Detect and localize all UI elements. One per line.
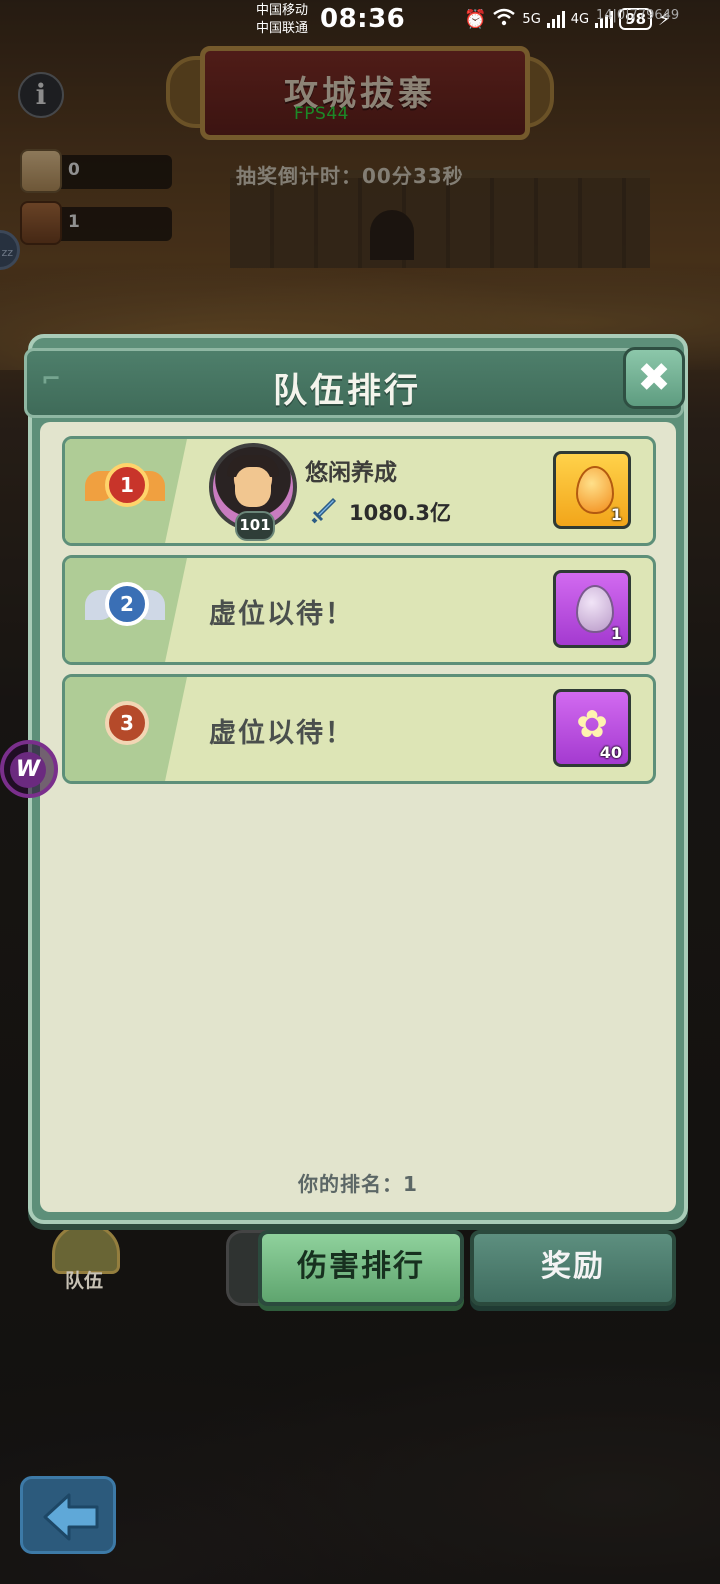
status-time: 08:36: [320, 4, 406, 34]
rank-3-medal-icon: 3: [95, 697, 155, 757]
network-type-2: 4G: [570, 11, 590, 27]
reward-item-flower[interactable]: ✿ 40: [553, 689, 631, 767]
carrier-2: 中国联通: [256, 21, 309, 36]
my-rank-text: 你的排名：1: [298, 1172, 418, 1196]
close-icon: ✖: [637, 355, 671, 401]
alarm-icon: ⏰: [464, 8, 487, 30]
avatar-face: [235, 467, 271, 507]
net-speed-overlay: 14|0|779649: [596, 8, 680, 23]
reward-item-golden-egg[interactable]: 1: [553, 451, 631, 529]
reward-count: 40: [599, 743, 622, 762]
player-level-badge: 101: [235, 511, 275, 541]
dialog-body: 1 101 悠闲养成 1080.3亿 1 2 虚位以待！ 1 3 虚位以待！ ✿…: [40, 422, 676, 1212]
rank-number: 2: [105, 582, 149, 626]
rank-1-medal-icon: 1: [85, 459, 165, 519]
dialog-header: ⌐ 队伍排行 ✖: [24, 347, 685, 418]
team-ranking-dialog: ⌐ 队伍排行 ✖ 1 101 悠闲养成 1080.3亿 1 2 虚位以待！ 1 …: [24, 334, 688, 1224]
purple-egg-icon: [576, 585, 614, 633]
reward-count: 1: [610, 624, 622, 643]
signal-bars-1-icon: [546, 10, 565, 28]
vacant-slot-text: 虚位以待！: [209, 718, 354, 749]
reward-count: 1: [610, 505, 622, 524]
rank-row-2[interactable]: 2 虚位以待！ 1: [62, 555, 656, 665]
team-label: 队伍: [64, 1270, 103, 1292]
close-button[interactable]: ✖: [623, 347, 685, 409]
rank-2-medal-icon: 2: [85, 578, 165, 638]
sword-icon: [311, 497, 337, 524]
rank-list: 1 101 悠闲养成 1080.3亿 1 2 虚位以待！ 1 3 虚位以待！ ✿…: [62, 436, 656, 793]
assistant-logo-icon: W: [10, 752, 46, 788]
reward-item-purple-egg[interactable]: 1: [553, 570, 631, 648]
carrier-names: 中国移动 中国联通: [256, 2, 308, 38]
network-type-1: 5G: [522, 11, 541, 27]
back-arrow-icon: [43, 1493, 99, 1541]
golden-egg-icon: [576, 466, 614, 514]
team-button[interactable]: 队伍: [48, 1224, 120, 1294]
tab-rewards[interactable]: 奖励: [470, 1230, 676, 1306]
rank-number: 1: [105, 463, 149, 507]
back-button[interactable]: [20, 1476, 116, 1554]
carrier-1: 中国移动: [256, 3, 309, 18]
tab-damage-rank[interactable]: 伤害排行: [258, 1230, 464, 1306]
status-bar: 中国移动 中国联通 08:36 ⏰ 5G 4G 98 ⚡ 14|0|779649: [0, 0, 720, 40]
player-name: 悠闲养成: [305, 460, 397, 486]
combat-power: 1080.3亿: [349, 501, 452, 525]
rank-row-3[interactable]: 3 虚位以待！ ✿ 40: [62, 674, 656, 784]
rank-row-1[interactable]: 1 101 悠闲养成 1080.3亿 1: [62, 436, 656, 546]
wifi-icon: [492, 8, 516, 31]
floating-assistant-button[interactable]: W: [0, 740, 58, 798]
vacant-slot-text: 虚位以待！: [209, 599, 354, 630]
flower-icon: ✿: [576, 702, 608, 746]
dialog-title: 队伍排行: [273, 371, 421, 411]
rank-number: 3: [105, 701, 149, 745]
